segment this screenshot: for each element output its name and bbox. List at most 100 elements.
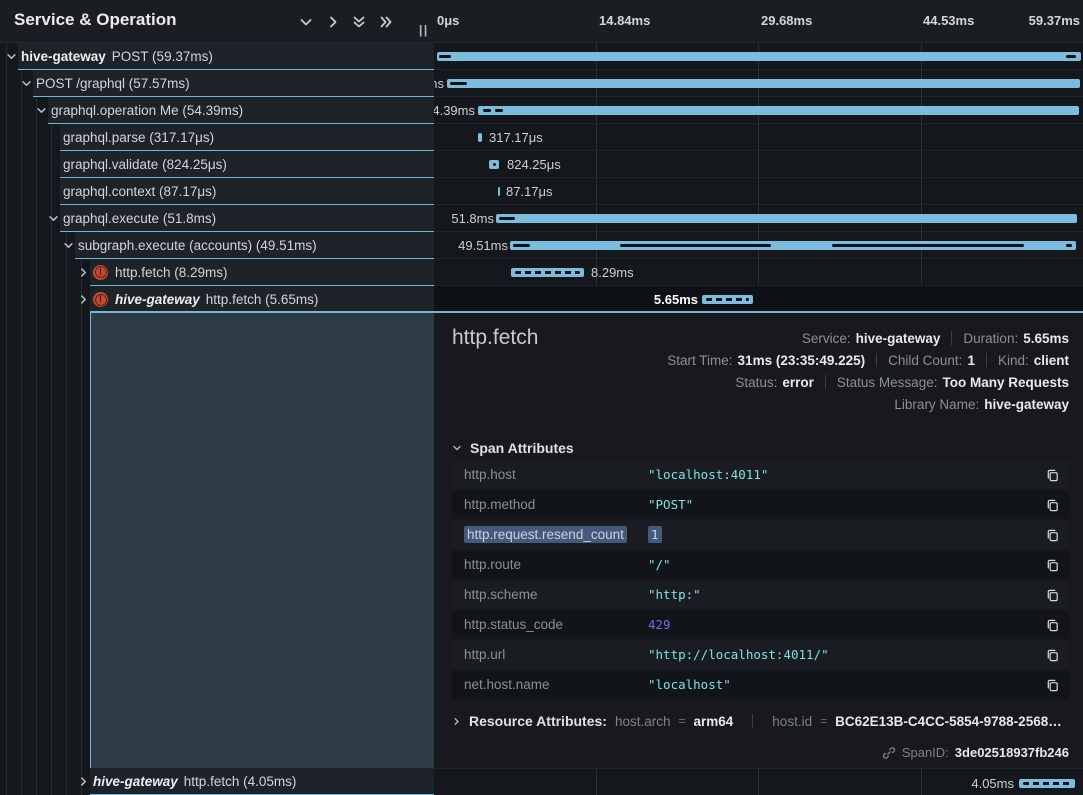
resource-key: host.arch — [615, 714, 671, 729]
link-icon[interactable] — [882, 746, 896, 760]
copy-icon[interactable] — [1045, 677, 1061, 693]
divider — [986, 353, 987, 367]
duration-label: 87.17μs — [506, 184, 553, 199]
duration-label: 317.17μs — [489, 130, 543, 145]
error-icon — [93, 292, 108, 307]
time-tick: 14.84ms — [599, 13, 650, 28]
resource-value: BC62E13B-C4CC-5854-9788-2568… — [835, 714, 1062, 729]
timeline-row: 824.25μs — [434, 151, 1083, 178]
copy-icon[interactable] — [1045, 467, 1061, 483]
double-chevron-right-icon[interactable] — [378, 14, 394, 30]
chevron-down-icon[interactable] — [298, 14, 314, 30]
copy-icon[interactable] — [1045, 617, 1061, 633]
duration-label: 51.8ms — [451, 211, 494, 226]
attribute-key: http.request.resend_count — [464, 526, 627, 543]
meta-label: Child Count: — [888, 353, 962, 368]
span-bar[interactable] — [1019, 779, 1075, 788]
span-bar[interactable] — [511, 268, 584, 277]
duration-label: 824.25μs — [507, 157, 561, 172]
meta-label: Status: — [735, 375, 777, 390]
tree-row[interactable]: graphql.execute (51.8ms) — [0, 205, 434, 232]
span-attributes-section-header[interactable]: Span Attributes — [452, 440, 574, 456]
copy-icon[interactable] — [1045, 497, 1061, 513]
double-chevron-down-icon[interactable] — [351, 14, 367, 30]
tree-row[interactable]: subgraph.execute (accounts) (49.51ms) — [0, 232, 434, 259]
resource-key: host.id — [772, 714, 812, 729]
attribute-value: "/" — [648, 557, 671, 572]
span-bar[interactable] — [478, 133, 482, 142]
attribute-key: http.method — [464, 497, 535, 512]
trace-viewer: Service & Operation || 0μs 14.84ms 29.68… — [0, 0, 1083, 795]
chevron-right-icon[interactable] — [325, 14, 341, 30]
meta-value: hive-gateway — [984, 397, 1069, 412]
span-name-label: http.fetch (4.05ms) — [184, 774, 297, 789]
span-bar[interactable] — [478, 106, 1079, 115]
meta-value: client — [1034, 353, 1069, 368]
tree-row[interactable]: graphql.operation Me (54.39ms) — [0, 97, 434, 124]
attribute-key: http.scheme — [464, 587, 538, 602]
panel-resize-handle[interactable]: || — [419, 23, 429, 37]
chevron-down-icon[interactable] — [48, 213, 59, 224]
attribute-row-selected: http.request.resend_count 1 — [452, 521, 1069, 549]
duration-label: 4.05ms — [971, 776, 1014, 791]
timeline-row: 87.17μs — [434, 178, 1083, 205]
chevron-right-icon[interactable] — [78, 267, 89, 278]
span-attributes-table: http.host "localhost:4011" http.method "… — [452, 461, 1069, 701]
tree-row[interactable]: graphql.context (87.17μs) — [0, 178, 434, 205]
span-meta: Service:hive-gateway Duration:5.65ms Sta… — [667, 327, 1069, 415]
attribute-row: http.url "http://localhost:4011/" — [452, 641, 1069, 669]
duration-label: 8.29ms — [591, 265, 634, 280]
copy-icon[interactable] — [1045, 527, 1061, 543]
span-name-label: http.fetch (5.65ms) — [206, 292, 319, 307]
tree-row[interactable]: POST /graphql (57.57ms) — [0, 70, 434, 97]
span-name-label: POST (59.37ms) — [112, 49, 213, 64]
meta-label: Status Message: — [837, 375, 938, 390]
timeline-row: 54.39ms — [434, 97, 1083, 124]
duration-label: 5.65ms — [654, 292, 698, 307]
chevron-right-icon[interactable] — [78, 776, 89, 787]
timeline-row: 8.29ms — [434, 259, 1083, 286]
tree-row-selected[interactable]: hive-gatewayhttp.fetch (5.65ms) — [0, 286, 434, 313]
tree-row[interactable]: hive-gatewayhttp.fetch (4.05ms) — [0, 768, 434, 795]
span-name-label: http.fetch (8.29ms) — [115, 265, 228, 280]
chevron-down-icon[interactable] — [6, 51, 17, 62]
tree-row[interactable]: graphql.parse (317.17μs) — [0, 124, 434, 151]
span-bar[interactable] — [510, 241, 1076, 250]
copy-icon[interactable] — [1045, 647, 1061, 663]
chevron-down-icon[interactable] — [63, 240, 74, 251]
tree-row[interactable]: hive-gateway POST (59.37ms) — [0, 43, 434, 70]
chevron-down-icon[interactable] — [36, 105, 47, 116]
tree-header-title: Service & Operation — [14, 10, 177, 30]
span-name-label: graphql.execute (51.8ms) — [63, 211, 216, 226]
equals-sign: = — [820, 714, 827, 728]
span-bar[interactable] — [498, 187, 500, 196]
divider — [752, 714, 753, 728]
attribute-key: http.route — [464, 557, 521, 572]
span-bar[interactable] — [489, 160, 499, 169]
chevron-right-icon[interactable] — [78, 294, 89, 305]
divider — [876, 353, 877, 367]
tree-row[interactable]: graphql.validate (824.25μs) — [0, 151, 434, 178]
span-service-label: hive-gateway — [21, 49, 106, 64]
copy-icon[interactable] — [1045, 587, 1061, 603]
meta-label: Library Name: — [894, 397, 979, 412]
copy-icon[interactable] — [1045, 557, 1061, 573]
tree-row[interactable]: http.fetch (8.29ms) — [0, 259, 434, 286]
timeline-row — [434, 43, 1083, 70]
chevron-right-icon — [452, 717, 461, 726]
time-tick: 0μs — [437, 13, 459, 28]
time-tick: 59.37ms — [1029, 13, 1080, 28]
chevron-down-icon[interactable] — [21, 78, 32, 89]
span-bar[interactable] — [437, 52, 1081, 61]
span-name-label: graphql.validate (824.25μs) — [63, 157, 227, 172]
span-bar[interactable] — [702, 295, 753, 304]
span-id-label: SpanID: — [902, 745, 949, 760]
resource-attributes-row[interactable]: Resource Attributes: host.arch = arm64 h… — [452, 713, 1062, 729]
meta-label: Service: — [802, 331, 851, 346]
attribute-key: http.url — [464, 647, 505, 662]
attribute-row: net.host.name "localhost" — [452, 671, 1069, 699]
meta-value: 5.65ms — [1023, 331, 1069, 346]
span-name-label: graphql.operation Me (54.39ms) — [51, 103, 243, 118]
span-bar[interactable] — [496, 214, 1077, 223]
span-bar[interactable] — [447, 79, 1080, 88]
